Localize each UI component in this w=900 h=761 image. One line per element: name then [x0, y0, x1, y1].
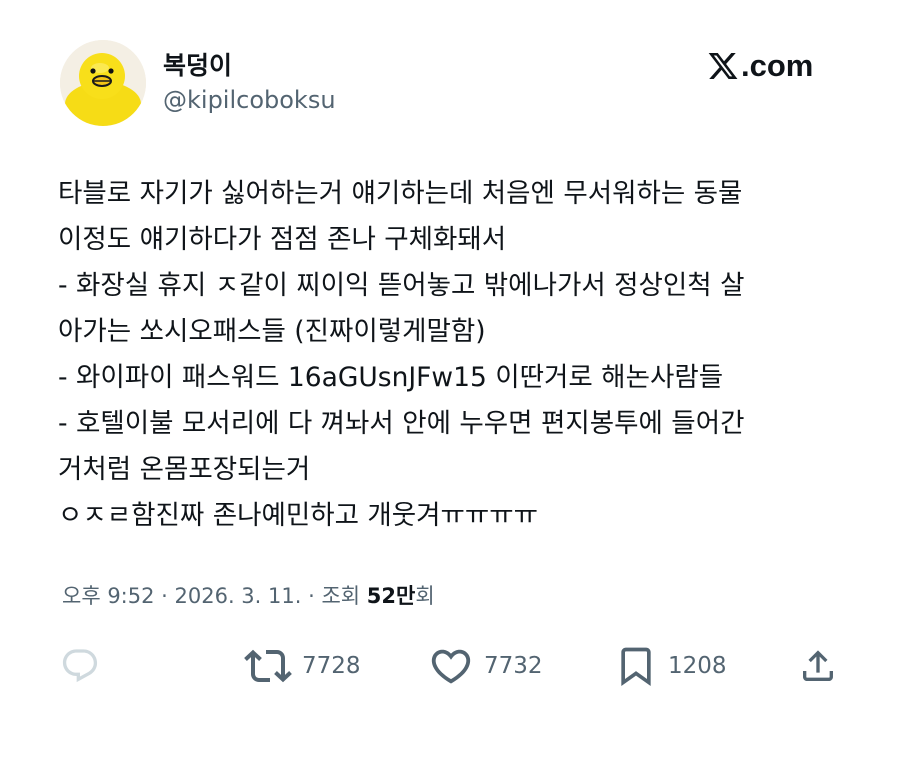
x-brand: .com [707, 46, 813, 86]
tweet-line: - 화장실 휴지 ㅈ같이 찌이익 뜯어놓고 밖에나가서 정상인척 살 [58, 270, 745, 301]
tweet-meta: 오후 9:52 · 2026. 3. 11. · 조회 52만 회 [62, 580, 435, 610]
reply-button[interactable] [60, 641, 100, 691]
tweet-line: - 와이파이 패스워드 16aGUsnJFw15 이딴거로 해논사람들 [58, 362, 724, 393]
bookmark-icon [621, 647, 651, 687]
heart-icon [431, 649, 471, 684]
views-count: 52만 [366, 584, 416, 608]
avatar[interactable] [60, 40, 146, 126]
tweet-time[interactable]: 오후 9:52 [62, 580, 154, 610]
tweet-text: 타블로 자기가 싫어하는거 얘기하는데 처음엔 무서워하는 동물 이정도 얘기하… [58, 171, 858, 539]
retweet-button[interactable]: 7728 [244, 641, 361, 691]
tweet-line: ㅇㅈㄹ함진짜 존나예민하고 개웃겨ㅠㅠㅠㅠ [58, 500, 539, 531]
views-label: 조회 [321, 584, 367, 608]
share-icon [803, 650, 833, 681]
brand-domain-label: .com [741, 48, 814, 83]
tweet-line: 타블로 자기가 싫어하는거 얘기하는데 처음엔 무서워하는 동물 [58, 178, 743, 209]
bookmark-button[interactable]: 1208 [614, 641, 727, 691]
user-handle[interactable]: @kipilcoboksu [163, 86, 336, 114]
tweet-line: 이정도 얘기하다가 점점 존나 구체화돼서 [58, 224, 507, 255]
meta-separator: · [301, 584, 322, 608]
tweet-line: 아가는 쏘시오패스들 (진짜이렇게말함) [58, 316, 486, 347]
yellow-duck-avatar-icon [60, 40, 146, 126]
bookmark-count: 1208 [668, 653, 727, 679]
retweet-count: 7728 [302, 653, 361, 679]
like-button[interactable]: 7732 [428, 641, 543, 691]
share-button[interactable] [798, 641, 838, 691]
tweet-date[interactable]: 2026. 3. 11. [175, 584, 302, 608]
display-name[interactable]: 복덩이 [163, 46, 232, 82]
tweet-line: - 호텔이불 모서리에 다 껴놔서 안에 누우면 편지봉투에 들어간 [58, 408, 745, 439]
like-count: 7732 [484, 653, 543, 679]
x-logo-icon [708, 53, 738, 79]
retweet-icon [244, 649, 292, 683]
views-suffix: 회 [415, 584, 435, 608]
reply-icon [62, 649, 98, 683]
meta-separator: · [154, 584, 175, 608]
tweet-line: 거처럼 온몸포장되는거 [58, 454, 311, 485]
